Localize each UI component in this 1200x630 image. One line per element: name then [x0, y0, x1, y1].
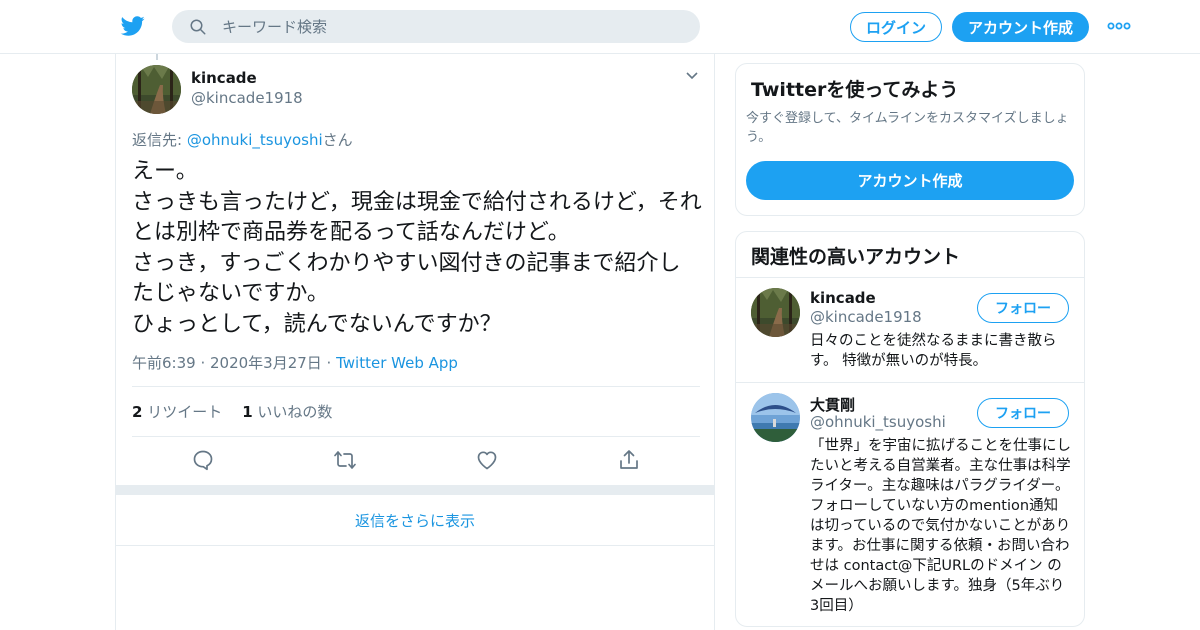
- follow-button[interactable]: フォロー: [977, 293, 1069, 323]
- like-count: 1: [242, 403, 253, 421]
- account-bio: 日々のことを徒然なるままに書き散らす。 特徴が無いのが特長。: [810, 333, 1057, 369]
- tweet-actions: [116, 448, 716, 474]
- account-bio: 「世界」を宇宙に拡げることを仕事にしたいと考える自営業者。主な仕事は科学ライター…: [810, 438, 1071, 614]
- related-account: kincade @kincade1918 フォロー 日々のことを徒然なるままに書…: [736, 278, 1084, 382]
- related-accounts-title: 関連性の高いアカウント: [751, 246, 961, 268]
- avatar[interactable]: [751, 288, 800, 337]
- signup-button[interactable]: アカウント作成: [952, 12, 1089, 42]
- signup-card-button[interactable]: アカウント作成: [746, 161, 1074, 200]
- signup-card: Twitterを使ってみよう 今すぐ登録して、タイムラインをカスタマイズしましょ…: [735, 63, 1085, 216]
- tweet-meta: 午前6:39 · 2020年3月27日 · Twitter Web App: [132, 352, 458, 373]
- account-name[interactable]: kincade: [810, 289, 876, 307]
- retweet-count: 2: [132, 403, 143, 421]
- search-icon: [190, 19, 206, 35]
- like-stat[interactable]: 1 いいねの数: [242, 401, 332, 422]
- reply-to-line: 返信先: @ohnuki_tsuyoshiさん: [132, 129, 353, 150]
- author-avatar[interactable]: [132, 65, 181, 114]
- signup-card-description: 今すぐ登録して、タイムラインをカスタマイズしましょう。: [746, 111, 1069, 145]
- tweet-timestamp[interactable]: 午前6:39 · 2020年3月27日 ·: [132, 354, 336, 372]
- divider: [132, 386, 700, 387]
- tweet-source-link[interactable]: Twitter Web App: [336, 354, 458, 372]
- retweet-stat-label: リツイート: [142, 403, 223, 421]
- follow-button[interactable]: フォロー: [977, 398, 1069, 428]
- login-button[interactable]: ログイン: [850, 12, 942, 42]
- author-name[interactable]: kincade: [191, 69, 257, 87]
- divider: [132, 436, 700, 437]
- account-name[interactable]: 大貫剛: [810, 394, 855, 415]
- reply-prefix: 返信先:: [132, 131, 187, 149]
- tweet-column: kincade @kincade1918 返信先: @ohnuki_tsuyos…: [115, 54, 715, 630]
- tweet-text: えー。 さっきも言ったけど，現金は現金で給付されるけど，それとは別枠で商品券を配…: [132, 159, 702, 337]
- related-account: 大貫剛 @ohnuki_tsuyoshi フォロー 「世界」を宇宙に拡げることを…: [736, 383, 1084, 626]
- like-icon[interactable]: [475, 448, 499, 472]
- search-input[interactable]: [222, 10, 682, 43]
- reply-suffix: さん: [322, 131, 353, 149]
- section-separator: [116, 485, 714, 495]
- reply-icon[interactable]: [191, 448, 215, 472]
- signup-card-title: Twitterを使ってみよう: [751, 79, 959, 101]
- like-stat-label: いいねの数: [252, 403, 333, 421]
- share-icon[interactable]: [617, 448, 641, 472]
- reply-handle-link[interactable]: @ohnuki_tsuyoshi: [187, 131, 323, 149]
- tweet-stats: 2 リツイート 1 いいねの数: [132, 401, 332, 422]
- chevron-down-icon[interactable]: [684, 70, 700, 82]
- search-box: [172, 10, 700, 43]
- author-handle[interactable]: @kincade1918: [191, 89, 303, 107]
- twitter-bird-icon[interactable]: [120, 14, 146, 38]
- related-accounts-card: 関連性の高いアカウント kincade @kincade1918 フォロー 日々…: [735, 231, 1085, 627]
- account-handle[interactable]: @ohnuki_tsuyoshi: [810, 413, 946, 431]
- more-dots-icon[interactable]: [1107, 19, 1131, 33]
- retweet-stat[interactable]: 2 リツイート: [132, 401, 222, 422]
- account-handle[interactable]: @kincade1918: [810, 308, 922, 326]
- top-navigation-bar: ログイン アカウント作成: [0, 0, 1200, 54]
- avatar[interactable]: [751, 393, 800, 442]
- thread-connector: [156, 54, 158, 60]
- show-more-replies-link[interactable]: 返信をさらに表示: [116, 495, 714, 546]
- retweet-icon[interactable]: [333, 448, 357, 472]
